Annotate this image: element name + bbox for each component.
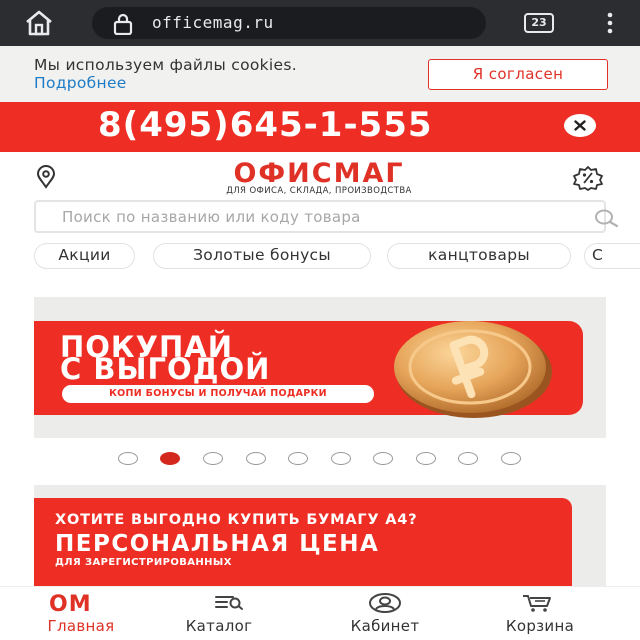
bottom-navigation: Главная Каталог Кабинет Корзина — [0, 586, 640, 640]
cookie-more-link[interactable]: Подробнее — [34, 74, 127, 92]
tab-switcher-button[interactable]: 23 — [524, 13, 554, 33]
slider-dot[interactable] — [203, 452, 223, 465]
user-account-icon — [369, 593, 401, 613]
phone-banner: 8(495)645-1-555 — [0, 102, 640, 152]
slider-dot[interactable] — [246, 452, 266, 465]
nav-cart-label: Корзина — [505, 617, 575, 635]
slider-dot-active[interactable] — [160, 452, 180, 465]
site-header: ОФИСМАГ ДЛЯ ОФИСА, СКЛАДА, ПРОИЗВОДСТВА — [0, 152, 640, 200]
browser-toolbar: officemag.ru 23 — [0, 0, 640, 46]
url-text: officemag.ru — [152, 13, 274, 32]
nav-home-label: Главная — [47, 617, 115, 635]
slider-dot[interactable] — [458, 452, 478, 465]
slider-dot[interactable] — [501, 452, 521, 465]
page: officemag.ru 23 Мы используем файлы cook… — [0, 0, 640, 640]
search-input[interactable]: Поиск по названию или коду товара — [34, 200, 619, 233]
slider-dot[interactable] — [288, 452, 308, 465]
cookie-text: Мы используем файлы cookies. — [34, 56, 297, 74]
nav-account-label: Кабинет — [350, 617, 420, 635]
discount-badge-icon[interactable] — [569, 165, 607, 191]
logo-title: ОФИСМАГ — [233, 158, 405, 189]
home-icon[interactable] — [24, 9, 54, 37]
chip-next[interactable]: С — [584, 243, 640, 269]
promo-title-line2: С ВЫГОДОЙ — [60, 352, 271, 386]
slider-dot[interactable] — [331, 452, 351, 465]
search-placeholder: Поиск по названию или коду товара — [62, 208, 361, 226]
promo2-question: ХОТИТЕ ВЫГОДНО КУПИТЬ БУМАГУ А4? — [55, 512, 418, 528]
nav-catalog[interactable]: Каталог — [159, 587, 279, 640]
category-chips: Акции Золотые бонусы канцтовары С — [0, 243, 640, 270]
location-pin-icon[interactable] — [34, 165, 58, 189]
logo-subtitle: ДЛЯ ОФИСА, СКЛАДА, ПРОИЗВОДСТВА — [226, 186, 412, 196]
promo-subtitle-pill: КОПИ БОНУСЫ И ПОЛУЧАЙ ПОДАРКИ — [62, 385, 374, 403]
promo2-subtitle: ДЛЯ ЗАРЕГИСТРИРОВАННЫХ — [55, 557, 232, 568]
catalog-search-icon — [215, 596, 243, 610]
phone-number[interactable]: 8(495)645-1-555 — [98, 105, 433, 145]
more-vert-icon[interactable] — [600, 11, 620, 35]
lock-icon[interactable] — [112, 13, 134, 35]
slider-dots — [0, 450, 640, 468]
search-icon[interactable] — [592, 208, 620, 228]
site-logo[interactable]: ОФИСМАГ ДЛЯ ОФИСА, СКЛАДА, ПРОИЗВОДСТВА — [190, 160, 448, 196]
ruble-coin-icon — [394, 321, 552, 418]
promo2-title: ПЕРСОНАЛЬНАЯ ЦЕНА — [55, 531, 380, 557]
slider-dot[interactable] — [118, 452, 138, 465]
nav-account[interactable]: Кабинет — [325, 587, 445, 640]
chip-promotions[interactable]: Акции — [34, 243, 135, 269]
nav-cart[interactable]: Корзина — [480, 587, 600, 640]
cookie-accept-button[interactable]: Я согласен — [428, 59, 608, 90]
cookie-banner: Мы используем файлы cookies. Подробнее Я… — [0, 46, 640, 102]
cart-icon — [523, 595, 551, 612]
chip-gold-bonuses[interactable]: Золотые бонусы — [153, 243, 371, 269]
close-icon[interactable] — [563, 113, 597, 138]
om-logo-icon[interactable]: ОМ — [49, 592, 92, 617]
nav-catalog-label: Каталог — [185, 617, 253, 635]
slider-dot[interactable] — [416, 452, 436, 465]
chip-stationery[interactable]: канцтовары — [387, 243, 571, 269]
slider-dot[interactable] — [373, 452, 393, 465]
address-bar[interactable]: officemag.ru — [92, 7, 486, 39]
